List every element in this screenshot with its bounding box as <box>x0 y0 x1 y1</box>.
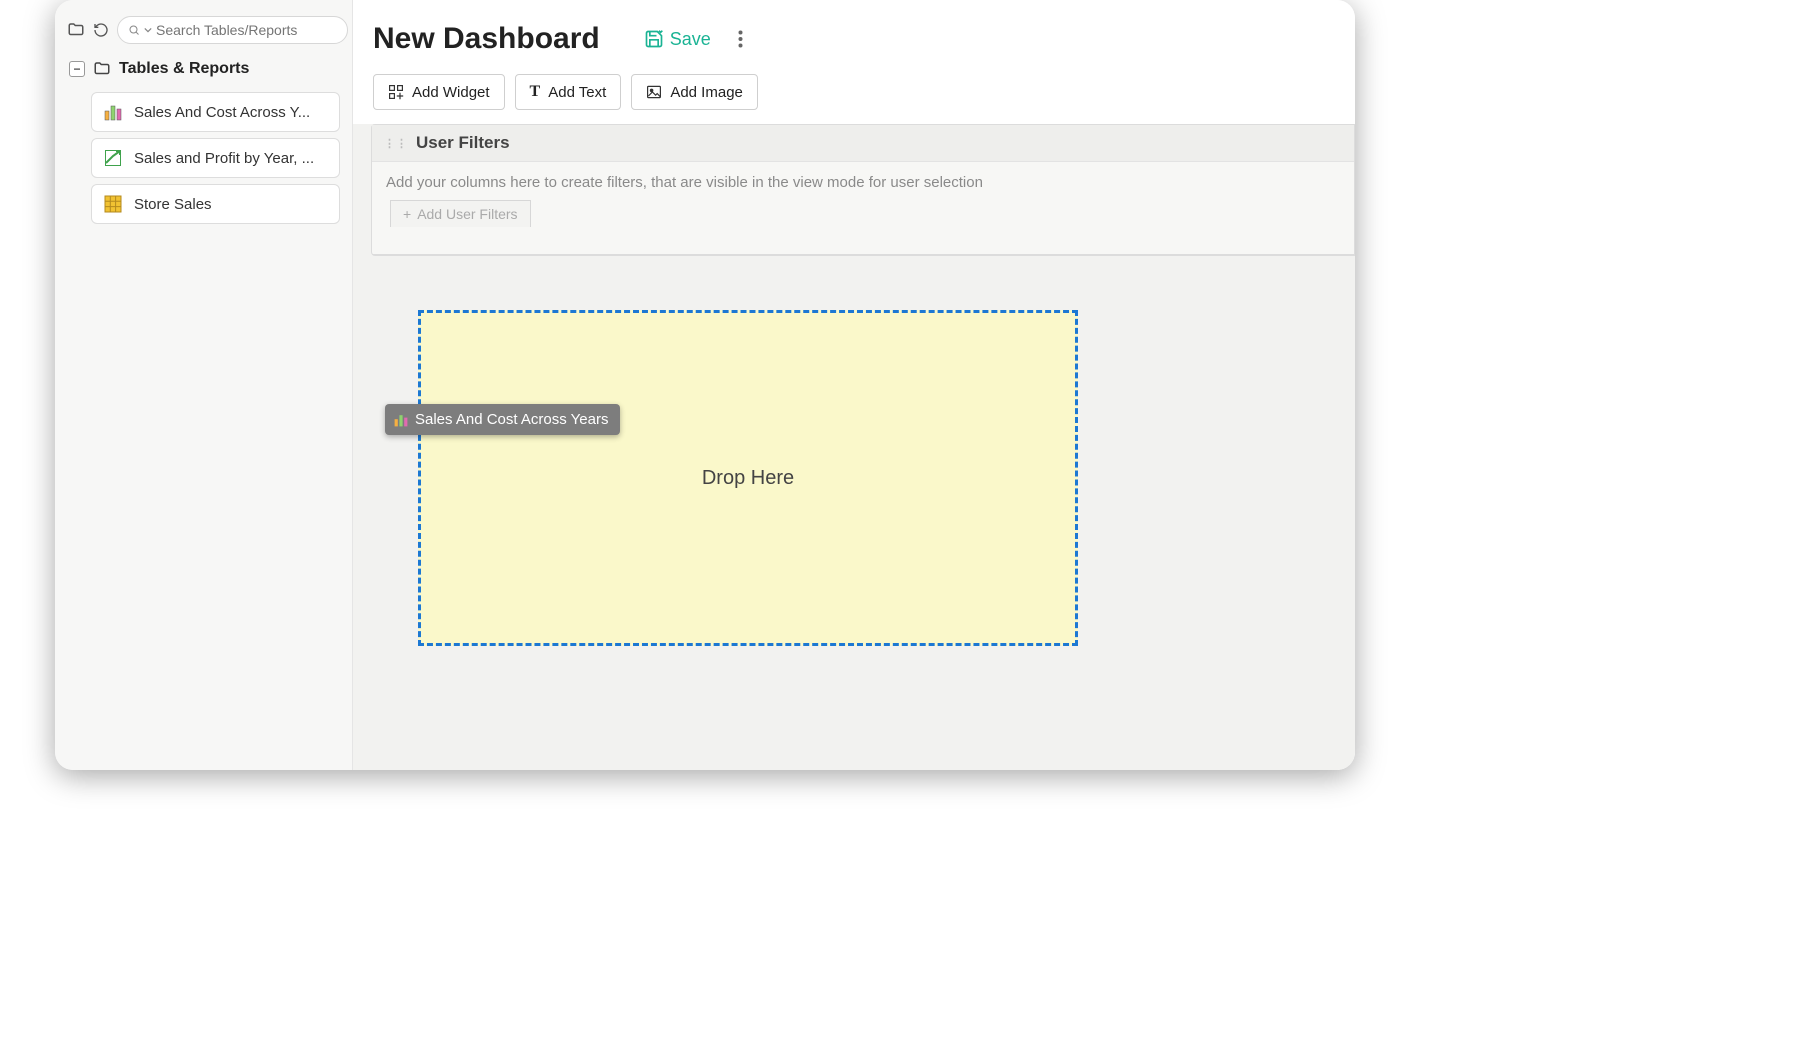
drop-zone-label: Drop Here <box>702 467 794 490</box>
more-menu-button[interactable] <box>731 25 751 53</box>
save-label: Save <box>670 29 711 50</box>
table-grid-icon <box>102 193 124 215</box>
image-icon <box>646 84 662 100</box>
collapse-toggle[interactable]: − <box>69 61 85 77</box>
user-filters-header[interactable]: ⋮⋮ User Filters <box>372 125 1354 162</box>
user-filters-hint: Add your columns here to create filters,… <box>386 174 983 191</box>
search-icon <box>128 24 140 36</box>
user-filters-body[interactable]: Add your columns here to create filters,… <box>372 162 1354 254</box>
user-filters-panel: ⋮⋮ User Filters Add your columns here to… <box>371 124 1355 256</box>
add-user-filters-button[interactable]: + Add User Filters <box>390 200 531 227</box>
add-text-button[interactable]: T Add Text <box>515 74 622 110</box>
app-window: − Tables & Reports Sales And Cost Across… <box>55 0 1355 770</box>
tree-item-table[interactable]: Store Sales <box>91 184 340 224</box>
add-image-button[interactable]: Add Image <box>631 74 758 110</box>
text-icon: T <box>530 83 541 101</box>
dashboard-toolbar: Add Widget T Add Text Add Image <box>353 74 1355 124</box>
user-filters-title: User Filters <box>416 133 510 153</box>
drop-zone[interactable]: Drop Here <box>418 310 1078 646</box>
tree-item-report[interactable]: Sales And Cost Across Y... <box>91 92 340 132</box>
save-icon <box>644 29 664 49</box>
main-header: New Dashboard Save <box>353 0 1355 74</box>
sidebar: − Tables & Reports Sales And Cost Across… <box>55 0 353 770</box>
chevron-down-icon <box>144 26 152 34</box>
tree-title: Tables & Reports <box>119 60 249 78</box>
page-title: New Dashboard <box>373 22 600 56</box>
tree-item-report[interactable]: Sales and Profit by Year, ... <box>91 138 340 178</box>
sidebar-toolbar <box>67 16 340 44</box>
btn-label: Add Text <box>548 84 606 101</box>
main-area: New Dashboard Save <box>353 0 1355 770</box>
dashboard-canvas[interactable]: ⋮⋮ User Filters Add your columns here to… <box>353 124 1355 770</box>
btn-label: Add Widget <box>412 84 490 101</box>
tree-item-label: Store Sales <box>134 196 212 213</box>
kebab-icon <box>738 30 743 48</box>
search-input[interactable] <box>156 22 337 38</box>
plus-icon: + <box>403 206 411 222</box>
drag-chip-label: Sales And Cost Across Years <box>415 411 608 428</box>
tree-header[interactable]: − Tables & Reports <box>67 60 340 78</box>
add-widget-button[interactable]: Add Widget <box>373 74 505 110</box>
arrow-trend-icon <box>102 147 124 169</box>
folder-icon <box>93 60 111 78</box>
save-button[interactable]: Save <box>644 29 711 50</box>
tree-item-label: Sales And Cost Across Y... <box>134 104 310 121</box>
btn-label: Add Image <box>670 84 743 101</box>
refresh-icon[interactable] <box>93 20 109 40</box>
drag-preview-chip[interactable]: Sales And Cost Across Years <box>385 404 620 435</box>
widget-icon <box>388 84 404 100</box>
panel-separator <box>372 254 1354 255</box>
folder-tree-icon[interactable] <box>67 20 85 40</box>
bar-chart-icon <box>102 101 124 123</box>
tree-item-label: Sales and Profit by Year, ... <box>134 150 314 167</box>
drag-handle-icon[interactable]: ⋮⋮ <box>384 137 408 150</box>
bar-chart-icon <box>393 412 409 428</box>
add-filter-label: Add User Filters <box>417 206 517 222</box>
search-input-wrap[interactable] <box>117 16 348 44</box>
